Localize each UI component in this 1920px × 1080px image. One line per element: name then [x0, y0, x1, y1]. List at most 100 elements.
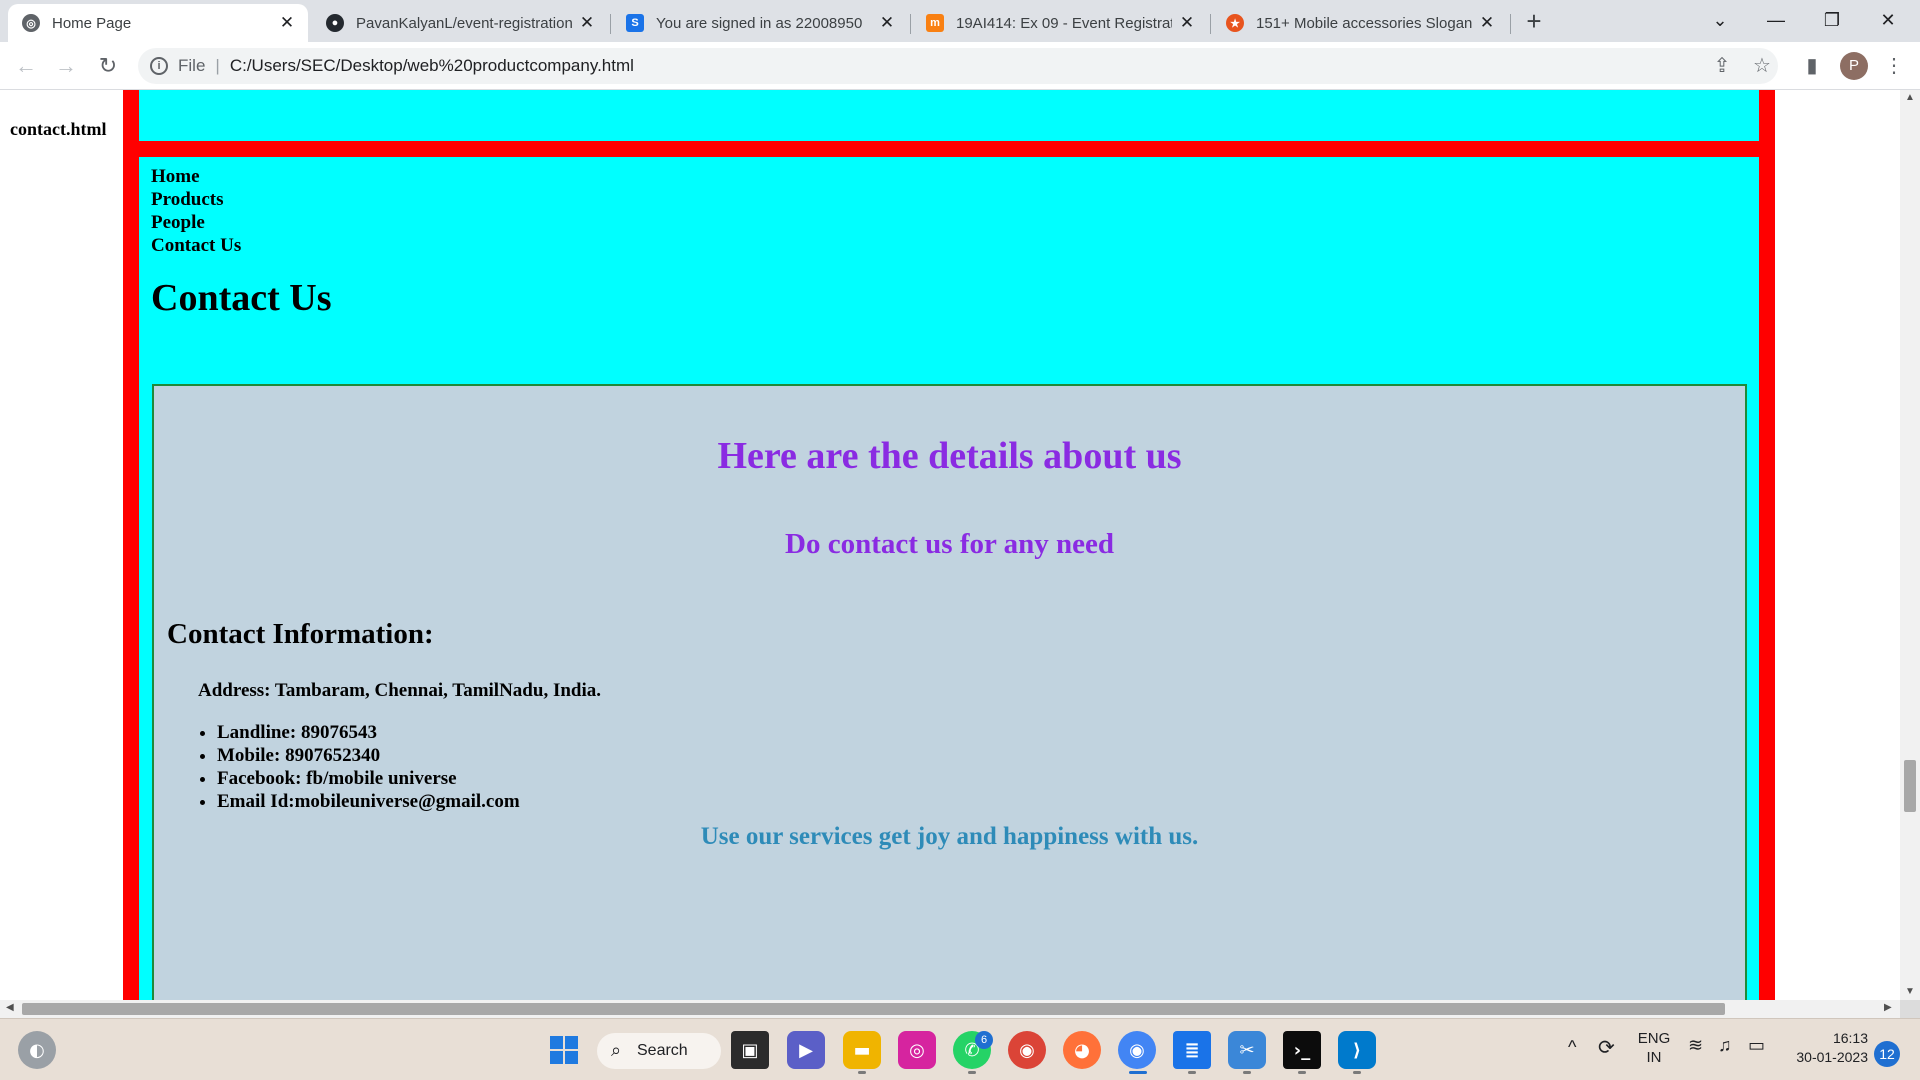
address-url[interactable]: C:/Users/SEC/Desktop/web%20productcompan…: [230, 56, 634, 76]
running-indicator: [858, 1071, 866, 1074]
window-close-icon[interactable]: ✕: [1860, 2, 1916, 38]
scrollbar-corner: [1900, 1000, 1920, 1018]
contact-frame: Home Products People Contact Us Contact …: [123, 141, 1775, 1000]
tab-separator: [1210, 14, 1211, 34]
terminal-icon[interactable]: ›_: [1283, 1031, 1321, 1069]
file-explorer-icon[interactable]: ▬: [843, 1031, 881, 1069]
close-icon[interactable]: ✕: [1478, 14, 1496, 32]
page-viewport: contact.html Home Products People Contac…: [0, 90, 1900, 1000]
nav-home[interactable]: Home: [151, 165, 241, 188]
clock[interactable]: 16:13 30-01-2023: [1786, 1029, 1868, 1067]
scroll-right-arrow-icon[interactable]: ▶: [1884, 1002, 1892, 1013]
language-label: ENG: [1637, 1030, 1671, 1047]
vscode-icon[interactable]: ⟩: [1338, 1031, 1376, 1069]
list-item: Mobile: 8907652340: [217, 744, 520, 767]
side-panel-icon[interactable]: ▮: [1796, 50, 1828, 82]
running-indicator: [1243, 1071, 1251, 1074]
language-indicator[interactable]: ENG IN: [1634, 1029, 1674, 1067]
reload-icon[interactable]: ↻: [92, 50, 124, 82]
tab-title: You are signed in as 22008950: [656, 14, 863, 32]
widgets-icon[interactable]: ◐: [18, 1031, 56, 1069]
profile-avatar[interactable]: P: [1840, 52, 1868, 80]
running-indicator: [1353, 1071, 1361, 1074]
nav-people[interactable]: People: [151, 211, 241, 234]
active-indicator: [1129, 1071, 1147, 1074]
tab-signed-in[interactable]: S You are signed in as 22008950 ✕: [612, 4, 908, 42]
tab-title: 151+ Mobile accessories Slogans: [1256, 14, 1472, 32]
instagram-icon[interactable]: ◎: [898, 1031, 936, 1069]
region-label: IN: [1646, 1049, 1662, 1066]
start-button[interactable]: [545, 1031, 583, 1069]
search-icon: ⌕: [611, 1040, 622, 1060]
notepad-icon[interactable]: ≣: [1173, 1031, 1211, 1069]
tab-separator: [1510, 14, 1511, 34]
s-logo-icon: S: [626, 14, 644, 32]
battery-icon[interactable]: ▭: [1748, 1035, 1765, 1056]
tab-event-registration[interactable]: m 19AI414: Ex 09 - Event Registratic ✕: [912, 4, 1208, 42]
task-view-icon[interactable]: ▣: [731, 1031, 769, 1069]
wifi-icon[interactable]: ≋: [1688, 1035, 1703, 1056]
chrome-icon[interactable]: ◉: [1008, 1031, 1046, 1069]
file-label: contact.html: [10, 119, 107, 139]
snipping-tool-icon[interactable]: ✂: [1228, 1031, 1266, 1069]
chrome-profile-icon[interactable]: ◉: [1118, 1031, 1156, 1069]
tab-strip: ◎ Home Page ✕ ● PavanKalyanL/event-regis…: [0, 0, 1920, 42]
horizontal-scrollbar[interactable]: ◀ ▶: [0, 1000, 1900, 1018]
clock-date: 30-01-2023: [1796, 1049, 1868, 1065]
contact-list: Landline: 89076543 Mobile: 8907652340 Fa…: [217, 721, 520, 813]
tab-home-page[interactable]: ◎ Home Page ✕: [8, 4, 308, 42]
running-indicator: [1188, 1071, 1196, 1074]
vertical-scroll-thumb[interactable]: [1904, 760, 1916, 812]
contact-info-heading: Contact Information:: [167, 618, 434, 650]
search-label: Search: [637, 1042, 688, 1059]
share-icon[interactable]: ⇪: [1706, 50, 1738, 82]
info-icon[interactable]: i: [150, 57, 168, 75]
close-icon[interactable]: ✕: [878, 14, 896, 32]
tab-github[interactable]: ● PavanKalyanL/event-registration ✕: [312, 4, 608, 42]
taskbar-search[interactable]: ⌕ Search: [597, 1033, 721, 1069]
windows-logo-icon: [550, 1036, 578, 1064]
whatsapp-badge: 6: [975, 1031, 993, 1049]
volume-icon[interactable]: ♫: [1718, 1035, 1732, 1056]
tab-slogans[interactable]: ★ 151+ Mobile accessories Slogans ✕: [1212, 4, 1508, 42]
running-indicator: [968, 1071, 976, 1074]
scroll-down-arrow-icon[interactable]: ▼: [1900, 986, 1920, 997]
close-icon[interactable]: ✕: [278, 14, 296, 32]
moodle-icon: m: [926, 14, 944, 32]
vertical-scrollbar[interactable]: ▲ ▼: [1900, 90, 1920, 1000]
tab-search-chevron-icon[interactable]: ⌄: [1692, 2, 1748, 38]
tray-overflow-chevron-icon[interactable]: ^: [1568, 1037, 1576, 1058]
close-icon[interactable]: ✕: [578, 14, 596, 32]
restore-icon[interactable]: ❐: [1804, 2, 1860, 38]
minimize-icon[interactable]: —: [1748, 2, 1804, 38]
nav-contact-us[interactable]: Contact Us: [151, 234, 241, 257]
new-tab-button[interactable]: +: [1520, 8, 1548, 36]
scroll-left-arrow-icon[interactable]: ◀: [6, 1002, 14, 1013]
notification-count-badge[interactable]: 12: [1874, 1041, 1900, 1067]
list-item: Facebook: fb/mobile universe: [217, 767, 520, 790]
tab-title: Home Page: [52, 14, 132, 32]
bookmark-star-icon[interactable]: ☆: [1746, 50, 1778, 82]
github-icon: ●: [326, 14, 344, 32]
teams-chat-icon[interactable]: ▶: [787, 1031, 825, 1069]
menu-kebab-icon[interactable]: ⋮: [1878, 50, 1910, 82]
contact-content: Home Products People Contact Us Contact …: [139, 157, 1759, 1000]
browser-toolbar: ← → ↻ i File | C:/Users/SEC/Desktop/web%…: [0, 42, 1920, 90]
nav-products[interactable]: Products: [151, 188, 241, 211]
close-icon[interactable]: ✕: [1178, 14, 1196, 32]
scroll-up-arrow-icon[interactable]: ▲: [1900, 92, 1920, 103]
tab-title: 19AI414: Ex 09 - Event Registratic: [956, 14, 1172, 32]
running-indicator: [1298, 1071, 1306, 1074]
address-text: Address: Tambaram, Chennai, TamilNadu, I…: [198, 680, 601, 701]
sync-icon[interactable]: ⟳: [1598, 1035, 1615, 1060]
firefox-icon[interactable]: ◕: [1063, 1031, 1101, 1069]
clock-time: 16:13: [1832, 1030, 1868, 1046]
forward-arrow-icon[interactable]: →: [50, 50, 82, 82]
address-bar[interactable]: i File | C:/Users/SEC/Desktop/web%20prod…: [138, 48, 1778, 84]
back-arrow-icon[interactable]: ←: [10, 50, 42, 82]
tab-title: PavanKalyanL/event-registration: [356, 14, 572, 32]
windows-taskbar: ◐ ⌕ Search ▣ ▶ ▬ ◎ ✆ 6 ◉ ◕ ◉ ≣ ✂ ›_ ⟩ ^ …: [0, 1018, 1920, 1080]
horizontal-scroll-thumb[interactable]: [22, 1003, 1725, 1015]
page-title: Contact Us: [151, 277, 332, 319]
globe-icon: ◎: [22, 14, 40, 32]
